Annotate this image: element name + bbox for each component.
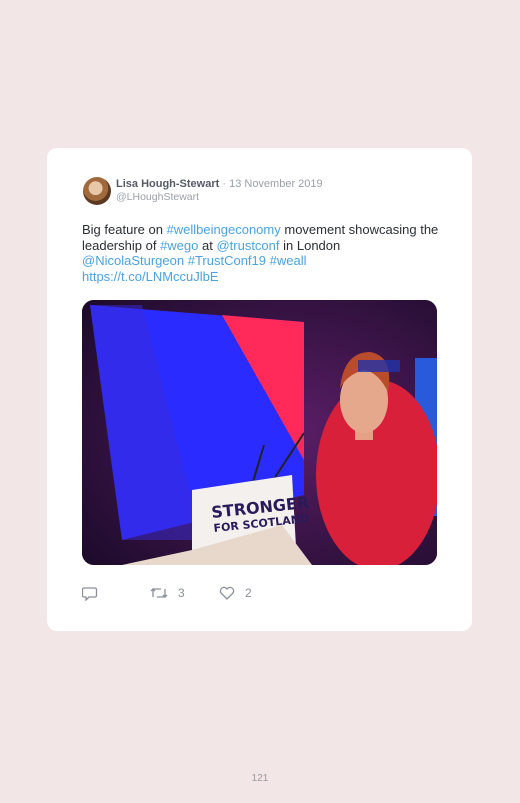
page: { "tweet": { "author_name": "Lisa Hough-…: [0, 0, 520, 803]
tweet-link[interactable]: @trustconf: [216, 238, 279, 253]
tweet-text-segment: at: [198, 237, 217, 253]
reply-button[interactable]: [82, 586, 98, 601]
tweet-link[interactable]: @NicolaSturgeon: [82, 253, 184, 268]
reply-icon: [82, 587, 98, 601]
tweet-link[interactable]: #TrustConf19: [188, 253, 266, 268]
conference-photo: STRONGER FOR SCOTLAND: [82, 300, 437, 565]
heart-icon: [219, 586, 235, 600]
tweet-actions: 3 2: [82, 586, 442, 602]
tweet-text-segment: in London: [279, 237, 341, 253]
tweet-link[interactable]: https://t.co/LNMccuJlbE: [82, 269, 219, 284]
tweet-date[interactable]: · 13 November 2019: [222, 178, 322, 190]
page-number: 121: [251, 773, 269, 784]
author-handle[interactable]: @LHoughStewart: [116, 191, 199, 203]
tweet-header: Lisa Hough-Stewart · 13 November 2019: [116, 178, 323, 190]
author-avatar[interactable]: [83, 177, 111, 205]
author-name[interactable]: Lisa Hough-Stewart: [116, 178, 219, 190]
retweet-count: 3: [178, 586, 185, 600]
tweet-text-segment: Big feature on: [82, 222, 167, 237]
tweet-link[interactable]: #wellbeingeconomy: [167, 222, 281, 237]
retweet-button[interactable]: 3: [150, 586, 185, 600]
like-button[interactable]: 2: [219, 586, 252, 600]
like-count: 2: [245, 586, 252, 600]
tweet-card: Lisa Hough-Stewart · 13 November 2019 @L…: [47, 148, 472, 631]
tweet-text: Big feature on #wellbeingeconomy movemen…: [82, 222, 442, 284]
tweet-media[interactable]: STRONGER FOR SCOTLAND: [82, 300, 437, 565]
tweet-link[interactable]: #wego: [160, 238, 198, 253]
retweet-icon: [150, 588, 168, 598]
tweet-link[interactable]: #weall: [270, 253, 307, 268]
